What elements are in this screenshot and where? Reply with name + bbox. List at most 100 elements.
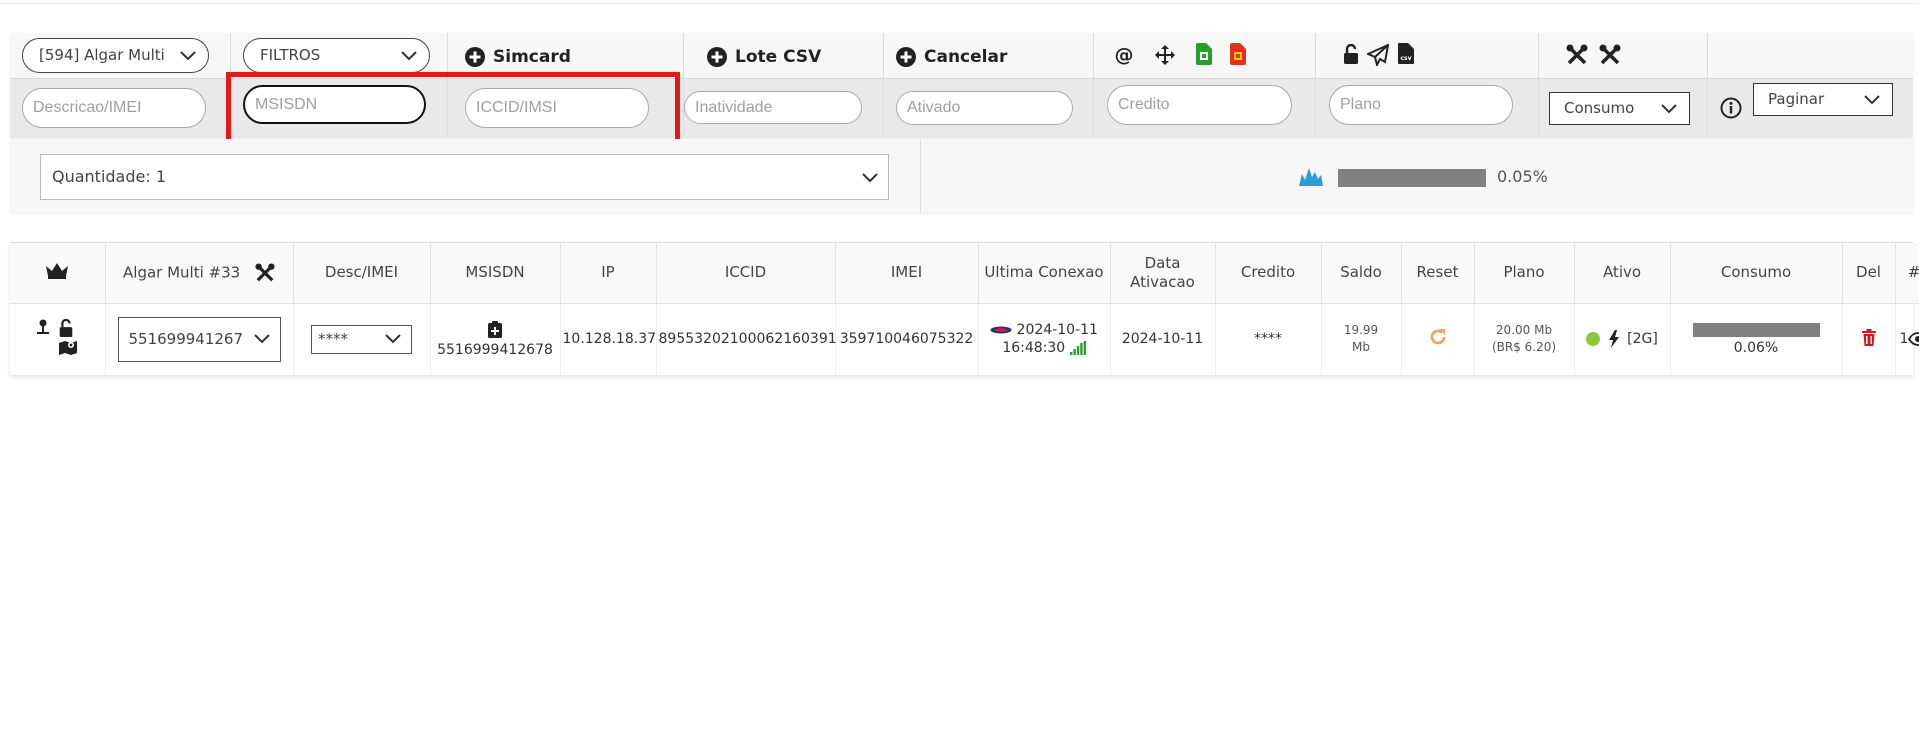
consumption-progress-fill bbox=[1338, 169, 1486, 187]
number-cell: 551699941267 bbox=[105, 303, 294, 375]
quantidade-select[interactable]: Quantidade: 1 bbox=[40, 154, 889, 200]
unlock-icon[interactable] bbox=[58, 319, 74, 338]
send-icon[interactable] bbox=[1367, 44, 1389, 66]
unlock-icon[interactable] bbox=[1342, 44, 1360, 64]
plano-header: Plano bbox=[1474, 243, 1575, 304]
table-header-row: Algar Multi #33 Desc/IMEI MSISDN IP ICCI… bbox=[10, 243, 1919, 304]
desc-cell: **** bbox=[293, 303, 431, 375]
tools-icon[interactable] bbox=[255, 263, 275, 283]
top-divider bbox=[0, 3, 1919, 4]
table-row: 551699941267 **** 5516999412678 10.128.1… bbox=[10, 303, 1919, 375]
chevron-down-icon bbox=[180, 50, 196, 60]
number-select[interactable]: 551699941267 bbox=[117, 316, 281, 362]
account-header-label: Algar Multi #33 bbox=[123, 263, 241, 282]
reset-header: Reset bbox=[1401, 243, 1475, 304]
sim-card-green-icon[interactable] bbox=[1196, 43, 1212, 65]
plus-circle-icon bbox=[465, 47, 485, 67]
account-select[interactable]: [594] Algar Multi bbox=[22, 38, 209, 73]
cancelar-button[interactable]: Cancelar bbox=[896, 44, 1007, 70]
saldo-cell: 19.99 Mb bbox=[1321, 303, 1402, 375]
filters-select[interactable]: FILTROS bbox=[243, 38, 430, 73]
ip-cell: 10.128.18.37 bbox=[560, 303, 657, 375]
plus-circle-icon bbox=[707, 47, 727, 67]
toolbar-divider bbox=[683, 33, 684, 138]
credito-cell: **** bbox=[1215, 303, 1322, 375]
consumo-percent: 0.06% bbox=[1733, 339, 1779, 356]
toolbar-divider bbox=[1538, 33, 1539, 138]
number-select-value: 551699941267 bbox=[128, 329, 244, 348]
area-chart-icon bbox=[1299, 166, 1323, 190]
crown-icon bbox=[46, 263, 69, 280]
at-icon[interactable]: @ bbox=[1113, 44, 1135, 66]
network-type: [2G] bbox=[1627, 331, 1658, 348]
toolbar-divider bbox=[1093, 33, 1094, 138]
paginar-select-value: Paginar bbox=[1768, 90, 1825, 108]
trash-icon[interactable] bbox=[1861, 328, 1876, 346]
inatividade-filter-input[interactable] bbox=[684, 91, 862, 124]
toolbar-divider bbox=[1315, 33, 1316, 138]
plano-mb: 20.00 Mb bbox=[1495, 323, 1553, 338]
sim-card-red-icon[interactable] bbox=[1230, 43, 1246, 65]
hash-header: # bbox=[1895, 243, 1919, 304]
clipboard-plus-icon[interactable] bbox=[488, 320, 502, 338]
plano-price: (BR$ 6.20) bbox=[1491, 340, 1557, 355]
saldo-unit: Mb bbox=[1352, 340, 1370, 355]
imei-cell: 359710046075322 bbox=[835, 303, 979, 375]
crown-header bbox=[10, 243, 106, 304]
lote-csv-label: Lote CSV bbox=[735, 47, 822, 67]
simcard-table: Algar Multi #33 Desc/IMEI MSISDN IP ICCI… bbox=[10, 242, 1919, 375]
index-cell: 1 bbox=[1895, 303, 1919, 375]
saldo-value: 19.99 bbox=[1343, 323, 1379, 338]
toolbar-divider bbox=[883, 33, 884, 138]
ip-header: IP bbox=[560, 243, 657, 304]
lote-csv-button[interactable]: Lote CSV bbox=[707, 44, 821, 70]
csv-file-icon[interactable]: csv bbox=[1398, 43, 1414, 64]
consumo-select-value: Consumo bbox=[1564, 99, 1635, 117]
consumo-cell: 0.06% bbox=[1670, 303, 1843, 375]
consumo-progress-fill bbox=[1692, 322, 1820, 337]
iccid-cell: 89553202100062160391 bbox=[656, 303, 837, 375]
account-select-value: [594] Algar Multi bbox=[39, 46, 165, 64]
filters-select-value: FILTROS bbox=[260, 46, 321, 64]
add-simcard-label: Simcard bbox=[493, 47, 571, 67]
saldo-header: Saldo bbox=[1321, 243, 1402, 304]
info-icon[interactable] bbox=[1720, 97, 1742, 119]
del-cell bbox=[1842, 303, 1896, 375]
chevron-down-icon bbox=[253, 334, 270, 344]
consumo-select[interactable]: Consumo bbox=[1549, 92, 1690, 125]
add-simcard-button[interactable]: Simcard bbox=[465, 44, 571, 70]
map-marker-icon[interactable] bbox=[58, 339, 78, 357]
credito-header: Credito bbox=[1215, 243, 1322, 304]
plano-filter-input[interactable] bbox=[1329, 85, 1513, 125]
ultima-conexao-header: Ultima Conexao bbox=[978, 243, 1111, 304]
tools-icon[interactable] bbox=[1566, 44, 1588, 66]
imei-header: IMEI bbox=[835, 243, 979, 304]
move-arrows-icon[interactable] bbox=[1154, 44, 1176, 66]
data-ativacao-header: Data Ativacao bbox=[1110, 243, 1216, 304]
ativo-cell: [2G] bbox=[1574, 303, 1671, 375]
chevron-down-icon bbox=[401, 50, 417, 60]
consumption-percent: 0.05% bbox=[1497, 167, 1548, 186]
refresh-icon[interactable] bbox=[1428, 327, 1448, 347]
msisdn-value: 5516999412678 bbox=[437, 341, 553, 358]
account-header: Algar Multi #33 bbox=[105, 243, 294, 304]
ativado-filter-input[interactable] bbox=[896, 91, 1073, 125]
plus-circle-icon bbox=[896, 47, 916, 67]
ultima-conexao-cell: 2024-10-11 16:48:30 bbox=[978, 303, 1111, 375]
data-ativacao-cell: 2024-10-11 bbox=[1110, 303, 1216, 375]
credito-filter-input[interactable] bbox=[1107, 85, 1292, 125]
chevron-down-icon bbox=[862, 173, 878, 183]
desc-header: Desc/IMEI bbox=[293, 243, 431, 304]
tools-icon[interactable] bbox=[1599, 44, 1621, 66]
person-pin-icon[interactable] bbox=[36, 319, 50, 335]
descricao-filter-input[interactable] bbox=[22, 88, 206, 128]
summary-panel: Quantidade: 1 0.05% bbox=[10, 139, 1913, 213]
msisdn-header: MSISDN bbox=[430, 243, 561, 304]
eye-icon[interactable] bbox=[1908, 332, 1919, 347]
paginar-select[interactable]: Paginar bbox=[1753, 83, 1893, 116]
toolbar-divider bbox=[1707, 33, 1708, 138]
desc-select[interactable]: **** bbox=[311, 324, 412, 354]
summary-divider bbox=[920, 139, 921, 213]
at-symbol: @ bbox=[1114, 44, 1134, 66]
chevron-down-icon bbox=[1661, 103, 1677, 113]
